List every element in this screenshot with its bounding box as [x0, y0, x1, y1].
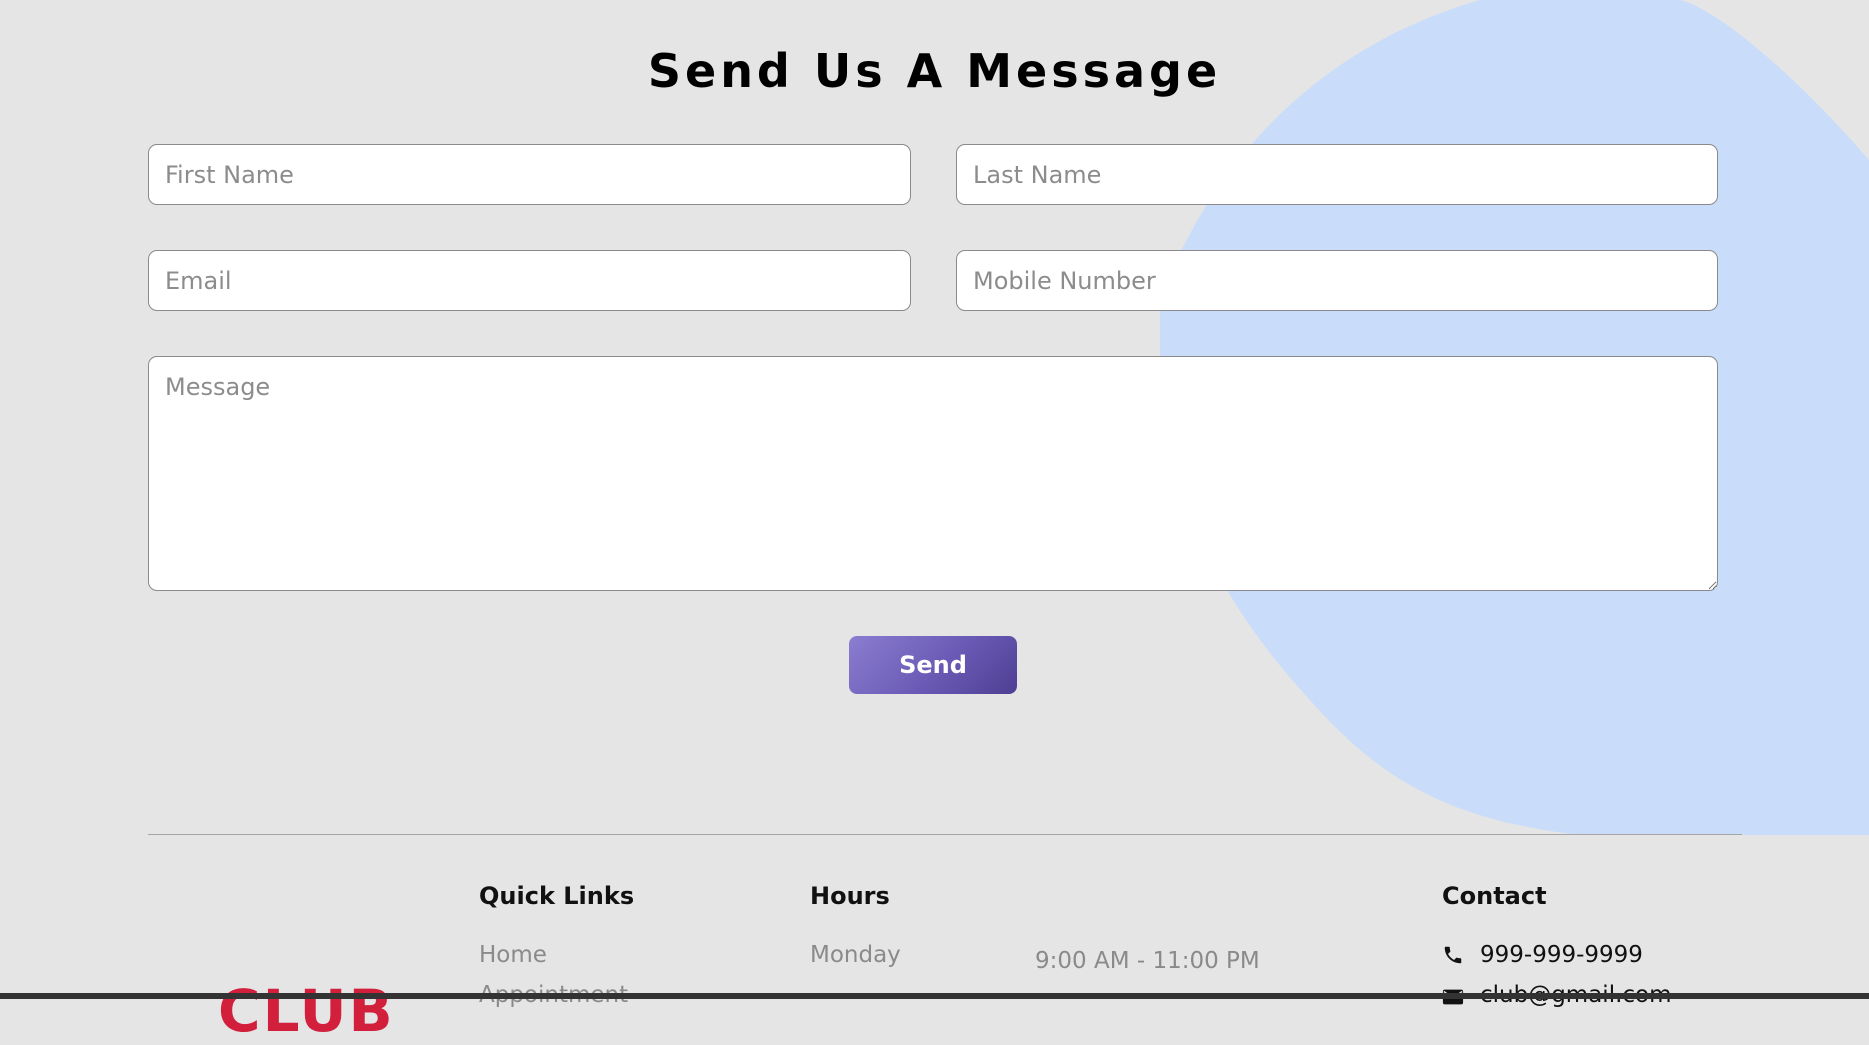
- envelope-icon: [1442, 988, 1466, 1012]
- quick-link-home[interactable]: Home: [479, 942, 547, 968]
- phone-icon: [1442, 944, 1466, 968]
- quick-links-title: Quick Links: [479, 882, 635, 910]
- footer-divider: [148, 834, 1742, 835]
- email-input[interactable]: [148, 250, 911, 311]
- window-bottom-edge: [0, 993, 1869, 999]
- hours-day: Monday: [810, 942, 901, 968]
- contact-title: Contact: [1442, 882, 1547, 910]
- page-title: Send Us A Message: [647, 44, 1222, 98]
- send-button[interactable]: Send: [849, 636, 1017, 694]
- hours-time: 9:00 AM - 11:00 PM: [1035, 948, 1260, 974]
- first-name-input[interactable]: [148, 144, 911, 205]
- last-name-input[interactable]: [956, 144, 1718, 205]
- footer-logo[interactable]: CLUB: [218, 982, 395, 1040]
- mobile-number-input[interactable]: [956, 250, 1718, 311]
- contact-phone[interactable]: 999-999-9999: [1480, 942, 1643, 968]
- hours-title: Hours: [810, 882, 890, 910]
- message-textarea[interactable]: [148, 356, 1718, 591]
